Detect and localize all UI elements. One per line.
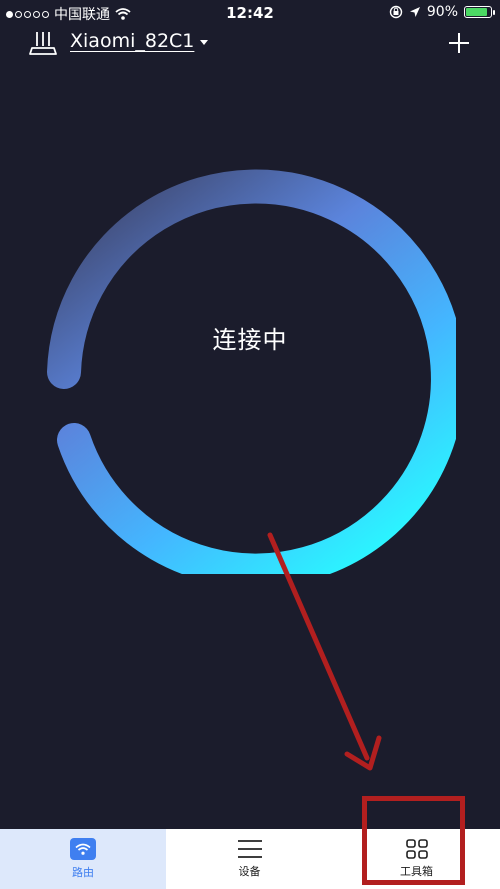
annotation-highlight-box — [362, 796, 465, 885]
connection-status-text: 连接中 — [212, 326, 288, 354]
app-header: Xiaomi_82C1 — [0, 26, 500, 66]
plus-icon[interactable] — [448, 32, 470, 54]
battery-icon — [464, 6, 495, 18]
connection-progress-ring — [47, 169, 456, 574]
tab-devices-label: 设备 — [238, 865, 261, 878]
router-selector[interactable]: Xiaomi_82C1 — [70, 30, 209, 52]
chevron-down-icon — [200, 39, 209, 45]
router-icon[interactable] — [28, 30, 58, 56]
battery-level — [466, 8, 488, 16]
progress-arc — [47, 169, 456, 574]
status-bar-right: 90% — [389, 4, 495, 20]
tab-devices[interactable]: 设备 — [166, 829, 333, 889]
wifi-icon — [70, 838, 96, 860]
location-icon — [409, 7, 420, 17]
orientation-lock-icon — [389, 5, 403, 19]
tab-router[interactable]: 路由 — [0, 829, 166, 889]
router-name: Xiaomi_82C1 — [70, 30, 195, 52]
menu-icon — [237, 840, 262, 858]
battery-percent: 90% — [426, 4, 458, 20]
status-bar: 中国联通 12:42 90% — [0, 0, 500, 26]
tab-router-label: 路由 — [72, 866, 94, 879]
